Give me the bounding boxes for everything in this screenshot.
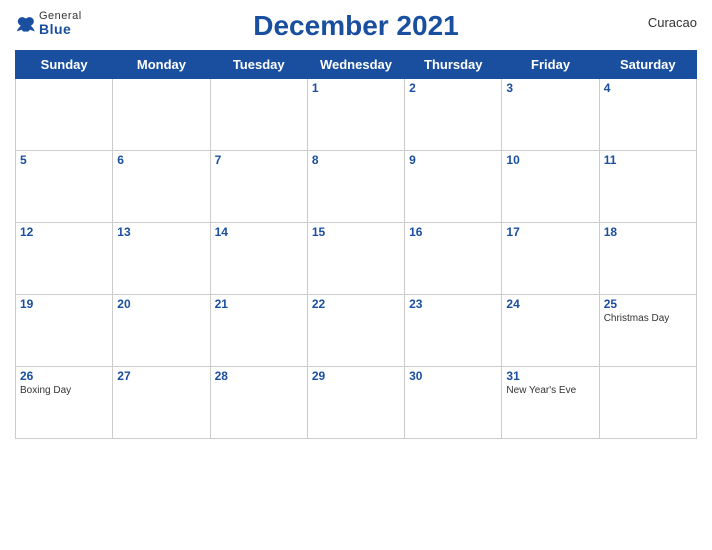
week-row-4: 19 20 21 22 23 24 25 Christmas Day xyxy=(16,295,697,367)
day-number: 8 xyxy=(312,153,400,167)
header-thursday: Thursday xyxy=(405,51,502,79)
week-row-2: 56789 10 11 xyxy=(16,151,697,223)
calendar-cell-w1-d6: 3 xyxy=(502,79,599,151)
day-number: 6 xyxy=(117,153,205,167)
day-number: 2 xyxy=(409,81,497,95)
country-label: Curacao xyxy=(648,15,697,30)
day-number: 10 xyxy=(506,153,594,167)
calendar-cell-w4-d4: 22 xyxy=(307,295,404,367)
week-row-5: 26 Boxing Day 27 28 29 30 31 New Year's Eve xyxy=(16,367,697,439)
header-sunday: Sunday xyxy=(16,51,113,79)
day-number: 21 xyxy=(215,297,303,311)
calendar-table: Sunday Monday Tuesday Wednesday Thursday… xyxy=(15,50,697,439)
day-number: 3 xyxy=(506,81,594,95)
calendar-cell-w4-d5: 23 xyxy=(405,295,502,367)
calendar-cell-w4-d6: 24 xyxy=(502,295,599,367)
day-number: 5 xyxy=(20,153,108,167)
calendar-cell-w5-d7 xyxy=(599,367,696,439)
calendar-cell-w1-d1 xyxy=(16,79,113,151)
day-number: 26 xyxy=(20,369,108,383)
calendar-cell-w5-d1: 26 Boxing Day xyxy=(16,367,113,439)
calendar-cell-w2-d4: 8 xyxy=(307,151,404,223)
calendar-page: General Blue December 2021 Curacao Sunda… xyxy=(0,0,712,550)
day-number: 16 xyxy=(409,225,497,239)
header-wednesday: Wednesday xyxy=(307,51,404,79)
calendar-cell-w4-d1: 19 xyxy=(16,295,113,367)
month-title: December 2021 xyxy=(253,10,458,42)
header-friday: Friday xyxy=(502,51,599,79)
calendar-cell-w5-d3: 28 xyxy=(210,367,307,439)
calendar-cell-w2-d3: 7 xyxy=(210,151,307,223)
calendar-cell-w2-d7: 11 xyxy=(599,151,696,223)
calendar-cell-w1-d3 xyxy=(210,79,307,151)
calendar-cell-w1-d2 xyxy=(113,79,210,151)
day-number: 24 xyxy=(506,297,594,311)
day-number: 31 xyxy=(506,369,594,383)
calendar-cell-w4-d7: 25 Christmas Day xyxy=(599,295,696,367)
calendar-cell-w3-d4: 15 xyxy=(307,223,404,295)
day-number: 15 xyxy=(312,225,400,239)
calendar-cell-w4-d3: 21 xyxy=(210,295,307,367)
day-number: 17 xyxy=(506,225,594,239)
calendar-cell-w5-d2: 27 xyxy=(113,367,210,439)
day-number: 13 xyxy=(117,225,205,239)
calendar-cell-w3-d6: 17 xyxy=(502,223,599,295)
day-number: 4 xyxy=(604,81,692,95)
event-label: Christmas Day xyxy=(604,313,692,324)
calendar-cell-w5-d6: 31 New Year's Eve xyxy=(502,367,599,439)
week-row-1: 1234 xyxy=(16,79,697,151)
day-number: 29 xyxy=(312,369,400,383)
calendar-cell-w2-d1: 5 xyxy=(16,151,113,223)
calendar-cell-w4-d2: 20 xyxy=(113,295,210,367)
day-number: 23 xyxy=(409,297,497,311)
day-number: 20 xyxy=(117,297,205,311)
week-row-3: 12 13 14 15 16 17 18 xyxy=(16,223,697,295)
header-monday: Monday xyxy=(113,51,210,79)
logo-blue-text: Blue xyxy=(39,22,82,37)
calendar-cell-w3-d3: 14 xyxy=(210,223,307,295)
day-number: 14 xyxy=(215,225,303,239)
logo: General Blue xyxy=(15,10,82,37)
day-number: 7 xyxy=(215,153,303,167)
day-number: 12 xyxy=(20,225,108,239)
event-label: Boxing Day xyxy=(20,385,108,396)
day-number: 28 xyxy=(215,369,303,383)
event-label: New Year's Eve xyxy=(506,385,594,396)
calendar-cell-w3-d5: 16 xyxy=(405,223,502,295)
day-number: 18 xyxy=(604,225,692,239)
calendar-cell-w3-d2: 13 xyxy=(113,223,210,295)
day-number: 27 xyxy=(117,369,205,383)
calendar-header: General Blue December 2021 Curacao xyxy=(15,10,697,42)
day-number: 22 xyxy=(312,297,400,311)
logo-bird-icon xyxy=(15,15,35,33)
day-number: 11 xyxy=(604,153,692,167)
day-number: 25 xyxy=(604,297,692,311)
calendar-cell-w1-d7: 4 xyxy=(599,79,696,151)
day-number: 19 xyxy=(20,297,108,311)
day-number: 9 xyxy=(409,153,497,167)
calendar-cell-w1-d4: 1 xyxy=(307,79,404,151)
calendar-cell-w2-d2: 6 xyxy=(113,151,210,223)
header-saturday: Saturday xyxy=(599,51,696,79)
calendar-cell-w2-d6: 10 xyxy=(502,151,599,223)
day-number: 1 xyxy=(312,81,400,95)
calendar-cell-w3-d1: 12 xyxy=(16,223,113,295)
calendar-cell-w2-d5: 9 xyxy=(405,151,502,223)
calendar-cell-w1-d5: 2 xyxy=(405,79,502,151)
days-header-row: Sunday Monday Tuesday Wednesday Thursday… xyxy=(16,51,697,79)
header-tuesday: Tuesday xyxy=(210,51,307,79)
calendar-cell-w5-d5: 30 xyxy=(405,367,502,439)
day-number: 30 xyxy=(409,369,497,383)
calendar-cell-w3-d7: 18 xyxy=(599,223,696,295)
calendar-cell-w5-d4: 29 xyxy=(307,367,404,439)
